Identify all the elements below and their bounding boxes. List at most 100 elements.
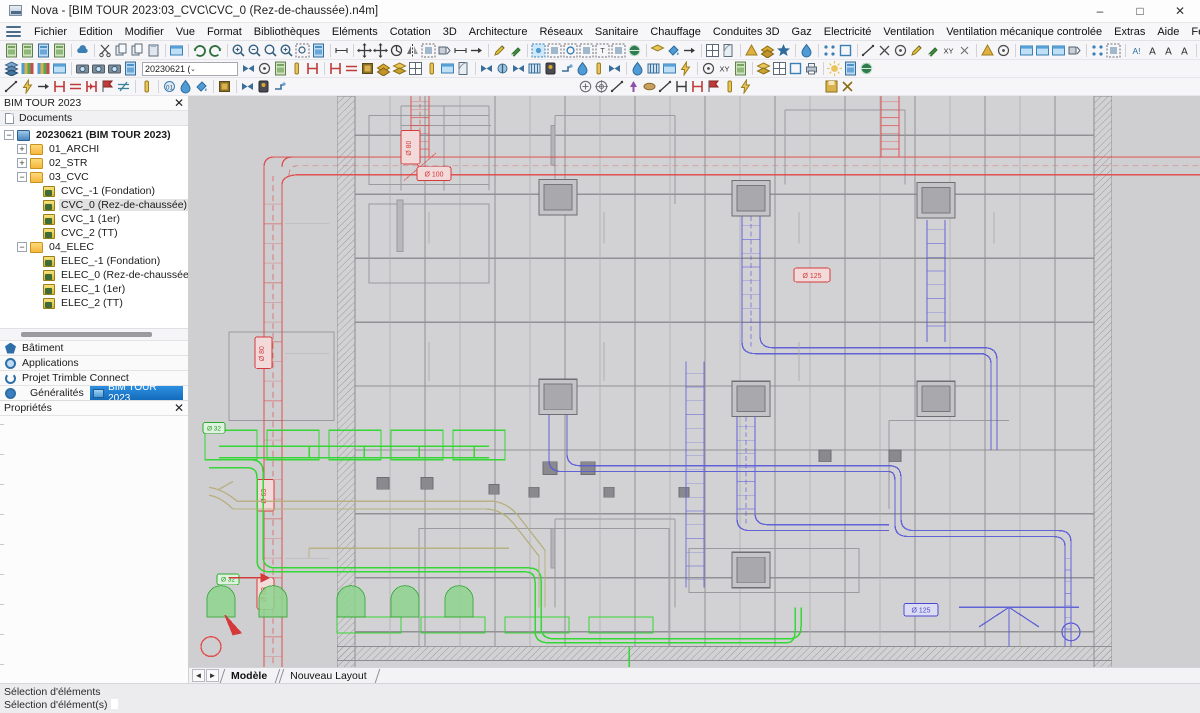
menu-item-format[interactable]: Format — [201, 23, 248, 41]
faucet-button[interactable] — [559, 61, 574, 76]
active-project-tab[interactable]: BIM TOUR 2023 — [90, 386, 183, 401]
tree-item[interactable]: ELEC_-1 (Fondation) — [0, 254, 188, 268]
sanitary-element-button[interactable] — [630, 61, 645, 76]
select-text-button[interactable]: T — [595, 43, 610, 58]
menu-item-fichier[interactable]: Fichier — [28, 23, 73, 41]
drop-yellow-button[interactable] — [722, 79, 737, 94]
layer-single-button[interactable] — [650, 43, 665, 58]
electrical-element-button[interactable] — [678, 61, 693, 76]
square-brown-button[interactable] — [217, 79, 232, 94]
tree-item[interactable]: +02_STR — [0, 156, 188, 170]
menu-item-vue[interactable]: Vue — [170, 23, 201, 41]
drawing-sheet-button[interactable] — [273, 61, 288, 76]
menu-item-fenetres[interactable]: Fenêtres — [1185, 23, 1200, 41]
dimension-button[interactable] — [334, 43, 349, 58]
box-button[interactable] — [838, 43, 853, 58]
save-as-button[interactable] — [52, 43, 67, 58]
delete-button[interactable] — [877, 43, 892, 58]
report-button[interactable] — [733, 61, 748, 76]
render-mode-2-button[interactable] — [1035, 43, 1050, 58]
sheet-tab-modele[interactable]: Modèle — [222, 669, 278, 683]
wall-button[interactable] — [328, 61, 343, 76]
wall-layer-button[interactable] — [344, 61, 359, 76]
select-polygon-button[interactable] — [579, 43, 594, 58]
network-check-button[interactable] — [701, 61, 716, 76]
sheet-next-button[interactable]: ► — [206, 669, 219, 682]
open-document-button[interactable] — [20, 43, 35, 58]
menu-item-ventilation[interactable]: Ventilation — [877, 23, 940, 41]
select-elements-button[interactable] — [531, 43, 546, 58]
layer-manager-button[interactable] — [4, 61, 19, 76]
select-crossing-button[interactable] — [563, 43, 578, 58]
line-button[interactable] — [861, 43, 876, 58]
menu-item-3d[interactable]: 3D — [437, 23, 463, 41]
tree-item[interactable]: −03_CVC — [0, 170, 188, 184]
circle-plus-button[interactable] — [578, 79, 593, 94]
snap-point-button[interactable] — [925, 43, 940, 58]
tree-collapse-icon[interactable]: − — [4, 130, 14, 140]
xy-coordinates-button[interactable]: XY — [941, 43, 956, 58]
cut-button[interactable] — [98, 43, 113, 58]
properties-panel-close-icon[interactable]: ✕ — [174, 402, 184, 414]
zoom-selected-button[interactable] — [279, 43, 294, 58]
pill-element-button[interactable] — [139, 79, 154, 94]
railing-button[interactable] — [408, 61, 423, 76]
close-button[interactable]: ✕ — [1160, 0, 1200, 23]
valve-blue-button[interactable] — [240, 79, 255, 94]
network-calc-button[interactable]: XY — [717, 61, 732, 76]
circle-target-button[interactable] — [594, 79, 609, 94]
star-button[interactable] — [776, 43, 791, 58]
render-mode-1-button[interactable] — [1019, 43, 1034, 58]
sheet-tab-nouveau-layout[interactable]: Nouveau Layout — [281, 669, 377, 683]
menu-item-electricite[interactable]: Electricité — [818, 23, 878, 41]
circle-button[interactable] — [996, 43, 1011, 58]
beam-h-button[interactable] — [52, 79, 67, 94]
lightning-button[interactable] — [738, 79, 753, 94]
menu-item-extras[interactable]: Extras — [1108, 23, 1151, 41]
flag-red-button[interactable] — [706, 79, 721, 94]
stairs-button[interactable] — [392, 61, 407, 76]
detail-button[interactable] — [788, 61, 803, 76]
h-beam-red-button[interactable] — [690, 79, 705, 94]
camera-view-2-button[interactable] — [91, 61, 106, 76]
camera-view-1-button[interactable] — [75, 61, 90, 76]
ventilation-element-button[interactable] — [662, 61, 677, 76]
slab-button[interactable] — [360, 61, 375, 76]
render-corner-button[interactable] — [1067, 43, 1082, 58]
circle-number-button[interactable]: 01 — [162, 79, 177, 94]
extend-button[interactable] — [469, 43, 484, 58]
target-button[interactable] — [893, 43, 908, 58]
solid-triangle-button[interactable] — [744, 43, 759, 58]
tree-expand-icon[interactable]: + — [17, 144, 27, 154]
tree-symbol-button[interactable] — [626, 79, 641, 94]
point-snap-button[interactable] — [241, 61, 256, 76]
draw-line-button[interactable] — [4, 79, 19, 94]
new-document-button[interactable] — [4, 43, 19, 58]
text-a1-button[interactable]: A — [1145, 43, 1160, 58]
layer-stack-button[interactable] — [666, 43, 681, 58]
tree-collapse-icon[interactable]: − — [17, 242, 27, 252]
select-all-button[interactable] — [611, 43, 626, 58]
window-view-button[interactable] — [169, 43, 184, 58]
chevron-down-icon[interactable]: ⌄ — [190, 65, 235, 73]
menu-item-sanitaire[interactable]: Sanitaire — [589, 23, 644, 41]
layer-palette-button[interactable] — [36, 61, 51, 76]
copy-alt-button[interactable] — [130, 43, 145, 58]
drop-button[interactable] — [799, 43, 814, 58]
redo-button[interactable] — [208, 43, 223, 58]
chevron-stack-button[interactable] — [760, 43, 775, 58]
maximize-button[interactable]: □ — [1120, 0, 1160, 23]
layer-view-button[interactable] — [52, 61, 67, 76]
valve-dark-button[interactable] — [256, 79, 271, 94]
menu-item-conduites-3d[interactable]: Conduites 3D — [707, 23, 786, 41]
zoom-button[interactable] — [263, 43, 278, 58]
undo-button[interactable] — [192, 43, 207, 58]
menu-item-bibliotheques[interactable]: Bibliothèques — [248, 23, 326, 41]
tree-collapse-icon[interactable]: − — [17, 172, 27, 182]
beam-profile-button[interactable] — [84, 79, 99, 94]
pipe-button[interactable] — [495, 61, 510, 76]
drawing-canvas-area[interactable]: Ø 80 Ø 100 Ø 125 Ø 80 Ø 63 Ø 63 — [189, 96, 1200, 683]
select-window-button[interactable] — [547, 43, 562, 58]
door-button[interactable] — [721, 43, 736, 58]
paste-button[interactable] — [146, 43, 161, 58]
